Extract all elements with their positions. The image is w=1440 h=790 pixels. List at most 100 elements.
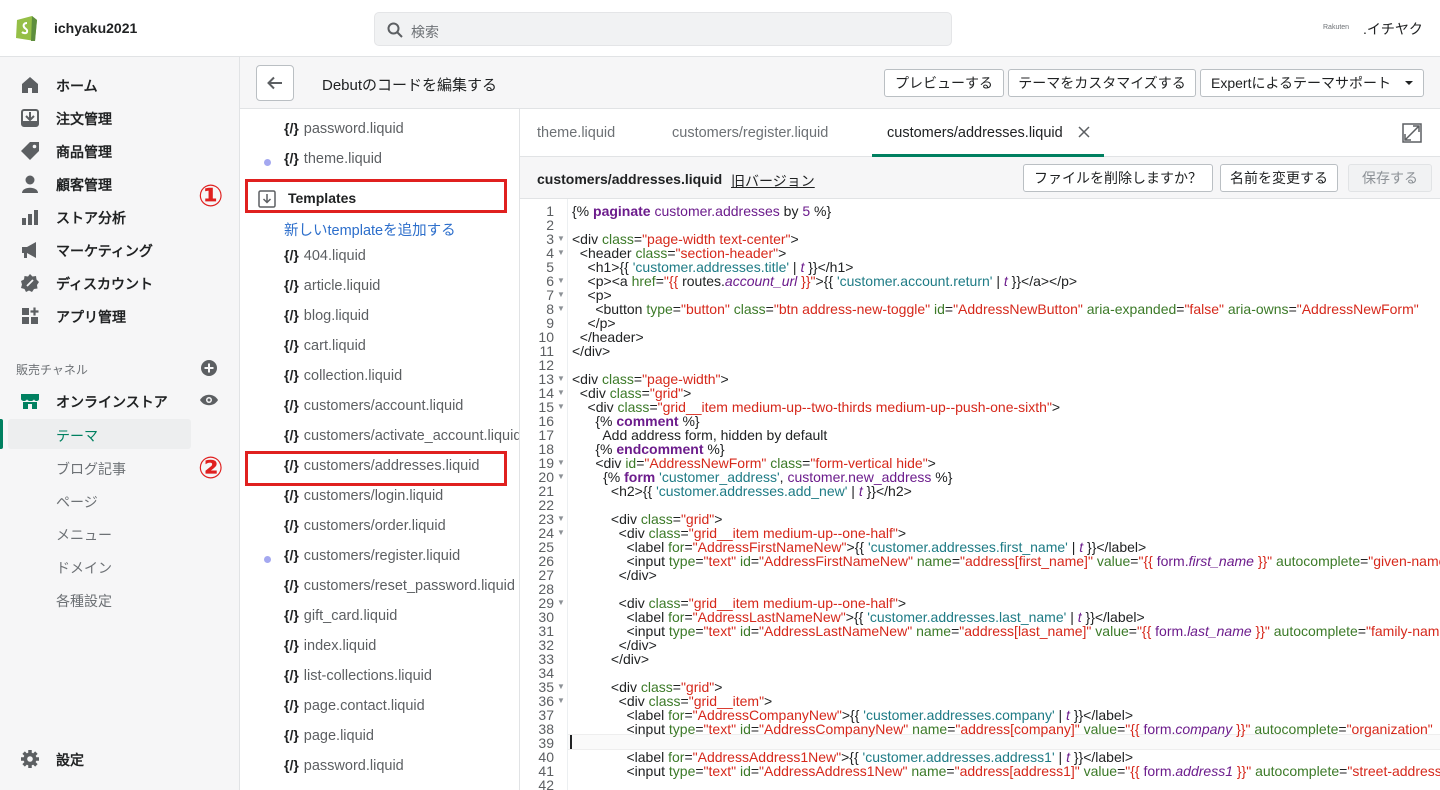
close-icon[interactable] bbox=[1078, 126, 1090, 138]
file-item[interactable]: {/} blog.liquid bbox=[284, 307, 369, 324]
fold-arrow-icon[interactable]: ▼ bbox=[557, 694, 565, 708]
file-item[interactable]: {/} gift_card.liquid bbox=[284, 607, 397, 624]
sidebar-item-discounts[interactable]: ディスカウント bbox=[0, 267, 240, 297]
annotation-number-1: ① bbox=[198, 180, 224, 213]
file-label: theme.liquid bbox=[303, 151, 382, 167]
add-template-link[interactable]: 新しいtemplateを追加する bbox=[284, 219, 456, 240]
fold-arrow-icon[interactable]: ▼ bbox=[557, 400, 565, 414]
code-line: {% form 'customer_address', customer.new… bbox=[572, 470, 952, 484]
code-token: = bbox=[1357, 623, 1367, 639]
code-token: > bbox=[720, 371, 729, 387]
sidebar-item-orders[interactable]: 注文管理 bbox=[0, 102, 240, 132]
code-token: = bbox=[695, 553, 704, 569]
code-editor[interactable]: 1 2 3 ▼ 4 ▼ 5 6 ▼ 7 ▼ 8 ▼ 9 10 11 12 13 ▼ 14 ▼ 15 ▼ 16 17 18 19 ▼ 20… bbox=[520, 199, 1440, 790]
code-line: <div class="grid__item medium-up--two-th… bbox=[572, 399, 1061, 415]
fold-arrow-icon[interactable]: ▼ bbox=[557, 456, 565, 470]
code-token: "grid__item medium-up--two-thirds medium… bbox=[657, 399, 1052, 415]
sidebar-subitem-domains[interactable]: ドメイン bbox=[56, 558, 112, 578]
tab-theme-liquid[interactable]: theme.liquid bbox=[537, 125, 615, 141]
sidebar-subitem-themes[interactable]: テーマ bbox=[56, 426, 98, 446]
file-item[interactable]: {/} customers/order.liquid bbox=[284, 517, 446, 534]
code-token: autocomplete bbox=[1273, 623, 1358, 639]
code-token: form. bbox=[1143, 763, 1176, 779]
code-token: href bbox=[631, 273, 656, 289]
rename-button[interactable]: 名前を変更する bbox=[1220, 164, 1338, 192]
file-item[interactable]: {/} theme.liquid bbox=[284, 150, 382, 167]
file-item[interactable]: {/} customers/login.liquid bbox=[284, 487, 443, 504]
file-item[interactable]: {/} 404.liquid bbox=[284, 247, 366, 264]
sidebar-item-apps[interactable]: アプリ管理 bbox=[0, 300, 240, 330]
save-button[interactable]: 保存する bbox=[1348, 164, 1432, 192]
old-versions-link[interactable]: 旧バージョン bbox=[731, 171, 815, 191]
sidebar-subitem-pages[interactable]: ページ bbox=[56, 492, 98, 512]
file-item[interactable]: {/} customers/reset_password.liquid bbox=[284, 577, 515, 594]
line-number: 24 bbox=[538, 525, 554, 541]
sidebar-item-settings[interactable]: 設定 bbox=[0, 743, 240, 773]
code-line: <input type="text" id="AddressLastNameNe… bbox=[572, 624, 1440, 638]
fold-arrow-icon[interactable]: ▼ bbox=[557, 526, 565, 540]
code-line: <h1>{{ 'customer.addresses.title' | t }}… bbox=[572, 260, 854, 274]
fold-arrow-icon[interactable]: ▼ bbox=[557, 596, 565, 610]
delete-file-button[interactable]: ファイルを削除しますか？ bbox=[1023, 164, 1213, 192]
sidebar-subitem-preferences[interactable]: 各種設定 bbox=[56, 591, 112, 611]
store-name[interactable]: ichyaku2021 bbox=[54, 20, 137, 36]
file-item[interactable]: {/} customers/register.liquid bbox=[284, 547, 460, 564]
file-item[interactable]: {/} cart.liquid bbox=[284, 337, 366, 354]
file-item[interactable]: {/} collection.liquid bbox=[284, 367, 402, 384]
expand-icon[interactable] bbox=[1402, 123, 1422, 143]
sidebar-item-home[interactable]: ホーム bbox=[0, 69, 240, 99]
file-label: 404.liquid bbox=[303, 248, 366, 264]
file-item[interactable]: {/} password.liquid bbox=[284, 120, 404, 137]
fold-arrow-icon[interactable]: ▼ bbox=[557, 302, 565, 316]
file-item[interactable]: {/} customers/activate_account.liquid bbox=[284, 427, 519, 444]
tab-customers-addresses[interactable]: customers/addresses.liquid bbox=[887, 125, 1063, 141]
code-token: = bbox=[750, 623, 760, 639]
fold-arrow-icon[interactable]: ▼ bbox=[557, 386, 565, 400]
preview-button[interactable]: プレビューする bbox=[884, 69, 1004, 97]
eye-icon[interactable] bbox=[199, 392, 219, 408]
code-line: <h2>{{ 'customer.addresses.add_new' | t … bbox=[572, 484, 912, 498]
file-toolbar: customers/addresses.liquid 旧バージョン ファイルを削… bbox=[520, 157, 1440, 199]
shopify-logo-icon[interactable] bbox=[14, 13, 40, 43]
account-name[interactable]: .イチヤク bbox=[1363, 19, 1423, 39]
line-number: 21 bbox=[538, 483, 554, 499]
file-item[interactable]: {/} index.liquid bbox=[284, 637, 376, 654]
fold-arrow-icon[interactable]: ▼ bbox=[557, 274, 565, 288]
fold-arrow-icon[interactable]: ▼ bbox=[557, 372, 565, 386]
back-button[interactable] bbox=[256, 65, 294, 101]
megaphone-icon bbox=[22, 242, 36, 258]
code-token: = bbox=[750, 721, 760, 737]
fold-arrow-icon[interactable]: ▼ bbox=[557, 288, 565, 302]
sidebar-item-marketing[interactable]: マーケティング bbox=[0, 234, 240, 264]
code-token: = bbox=[1288, 301, 1297, 317]
customize-theme-button[interactable]: テーマをカスタマイズする bbox=[1008, 69, 1196, 97]
sidebar-item-products[interactable]: 商品管理 bbox=[0, 135, 240, 165]
fold-arrow-icon[interactable]: ▼ bbox=[557, 470, 565, 484]
sidebar-subitem-blog-posts[interactable]: ブログ記事 bbox=[56, 459, 126, 479]
file-label: password.liquid bbox=[303, 121, 404, 137]
file-item[interactable]: {/} page.contact.liquid bbox=[284, 697, 425, 714]
file-label: customers/register.liquid bbox=[303, 548, 461, 564]
expert-support-button[interactable]: Expertによるテーマサポート bbox=[1200, 69, 1424, 97]
code-line: <div id="AddressNewForm" class="form-ver… bbox=[572, 456, 936, 470]
fold-arrow-icon[interactable]: ▼ bbox=[557, 680, 565, 694]
file-item[interactable]: {/} page.liquid bbox=[284, 727, 374, 744]
file-label: page.liquid bbox=[303, 728, 374, 744]
search-input[interactable]: 検索 bbox=[374, 12, 952, 46]
code-token: 'customer.account.return' bbox=[836, 273, 993, 289]
file-item[interactable]: {/} password.liquid bbox=[284, 757, 404, 774]
liquid-file-icon: {/} bbox=[284, 427, 299, 443]
line-number: 20 bbox=[538, 469, 554, 485]
fold-arrow-icon[interactable]: ▼ bbox=[557, 232, 565, 246]
code-token: </div> bbox=[572, 343, 611, 359]
fold-arrow-icon[interactable]: ▼ bbox=[557, 246, 565, 260]
file-item[interactable]: {/} list-collections.liquid bbox=[284, 667, 432, 684]
sidebar-subitem-navigation[interactable]: メニュー bbox=[56, 525, 112, 545]
file-item[interactable]: {/} article.liquid bbox=[284, 277, 380, 294]
fold-arrow-icon[interactable]: ▼ bbox=[557, 512, 565, 526]
code-token: > bbox=[1051, 399, 1061, 415]
file-item[interactable]: {/} customers/account.liquid bbox=[284, 397, 463, 414]
add-circle-icon[interactable] bbox=[200, 359, 218, 377]
tab-customers-register[interactable]: customers/register.liquid bbox=[672, 125, 828, 141]
line-number: 18 bbox=[538, 441, 554, 457]
